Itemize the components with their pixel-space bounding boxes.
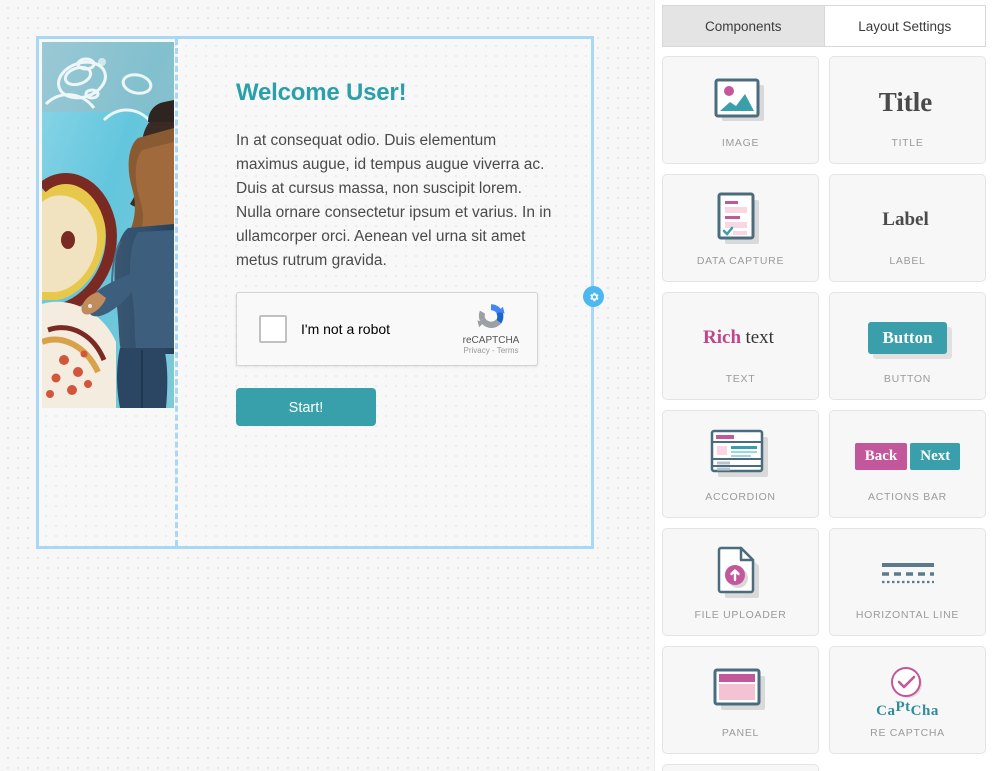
palette-row: IMAGE Title TITLE — [662, 56, 986, 164]
file-uploader-icon — [714, 543, 768, 605]
component-card-accordion[interactable]: ACCORDION — [662, 410, 819, 518]
component-label: PANEL — [721, 727, 760, 739]
column-divider — [175, 39, 178, 546]
canvas-area: Welcome User! In at consequat odio. Duis… — [0, 0, 654, 771]
component-card-image[interactable]: IMAGE — [662, 56, 819, 164]
component-palette: IMAGE Title TITLE DATA CAPTURE Label LAB… — [655, 49, 993, 771]
form-builder-app: Welcome User! In at consequat odio. Duis… — [0, 0, 993, 771]
component-card-next-partial[interactable] — [662, 764, 819, 771]
captcha-part-c: Cha — [910, 702, 939, 719]
title-icon: Title — [879, 71, 937, 133]
palette-row-partial — [662, 764, 986, 771]
tab-layout-settings[interactable]: Layout Settings — [823, 5, 986, 47]
button-icon: Button — [868, 307, 947, 369]
palette-row: DATA CAPTURE Label LABEL — [662, 174, 986, 282]
palette-row: PANEL CaPtCha RE CAPTCHA — [662, 646, 986, 754]
panel-icon — [712, 661, 770, 723]
recaptcha-terms[interactable]: Privacy - Terms — [455, 346, 527, 355]
captcha-part-b: Pt — [895, 698, 911, 715]
welcome-body-text: In at consequat odio. Duis elementum max… — [236, 132, 552, 269]
component-label: TITLE — [891, 137, 924, 149]
component-card-file-uploader[interactable]: FILE UPLOADER — [662, 528, 819, 636]
palette-row: Rich text TEXT Button BUTTON — [662, 292, 986, 400]
gear-icon[interactable] — [583, 286, 604, 307]
component-card-horizontal-line[interactable]: HORIZONTAL LINE — [829, 528, 986, 636]
label-icon: Label — [882, 189, 932, 251]
recaptcha-widget[interactable]: I'm not a robot reCAPTCHA Privacy - Term… — [236, 292, 538, 366]
sidebar-tabs: Components Layout Settings — [655, 0, 993, 47]
rich-word: Rich — [703, 327, 742, 348]
actions-bar-icon: Back Next — [854, 425, 961, 487]
tab-components[interactable]: Components — [662, 5, 824, 47]
recaptcha-brand-name: reCAPTCHA — [462, 335, 520, 346]
label-preview-text: Label — [882, 209, 929, 230]
content-column: Welcome User! In at consequat odio. Duis… — [236, 79, 556, 426]
recaptcha-label: I'm not a robot — [301, 321, 391, 337]
captcha-part-a: Ca — [876, 702, 896, 719]
component-card-title[interactable]: Title TITLE — [829, 56, 986, 164]
button-preview-text: Button — [868, 322, 947, 354]
component-label: HORIZONTAL LINE — [855, 609, 960, 621]
component-label: ACCORDION — [705, 491, 776, 503]
component-label: DATA CAPTURE — [696, 255, 785, 267]
accordion-icon — [709, 425, 773, 487]
recaptcha-icon: CaPtCha — [876, 661, 939, 723]
palette-row: FILE UPLOADER HORIZONTAL LINE — [662, 528, 986, 636]
data-capture-icon — [714, 189, 768, 251]
component-label: BUTTON — [883, 373, 932, 385]
plain-word: text — [745, 327, 774, 348]
component-label: TEXT — [725, 373, 756, 385]
component-label: IMAGE — [721, 137, 760, 149]
horizontal-line-icon — [880, 543, 936, 605]
image-icon — [714, 71, 768, 133]
component-card-button[interactable]: Button BUTTON — [829, 292, 986, 400]
palette-row: ACCORDION Back Next ACTIONS BAR — [662, 410, 986, 518]
component-card-panel[interactable]: PANEL — [662, 646, 819, 754]
title-preview-text: Title — [878, 86, 933, 117]
component-card-actions-bar[interactable]: Back Next ACTIONS BAR — [829, 410, 986, 518]
component-card-label[interactable]: Label LABEL — [829, 174, 986, 282]
recaptcha-brand: reCAPTCHA Privacy - Terms — [455, 300, 527, 355]
component-card-re-captcha[interactable]: CaPtCha RE CAPTCHA — [829, 646, 986, 754]
component-label: RE CAPTCHA — [870, 727, 945, 739]
welcome-title: Welcome User! — [236, 79, 407, 106]
form-canvas[interactable]: Welcome User! In at consequat odio. Duis… — [36, 36, 594, 549]
start-button[interactable]: Start! — [236, 388, 376, 426]
back-button-preview: Back — [854, 442, 908, 470]
recaptcha-logo-icon — [477, 304, 505, 328]
component-label: FILE UPLOADER — [694, 609, 787, 621]
component-label: LABEL — [889, 255, 926, 267]
right-sidebar: Components Layout Settings IMAGE Title T… — [654, 0, 993, 771]
rich-text-icon: Rich text — [703, 307, 778, 369]
captcha-preview-text: CaPtCha — [876, 699, 939, 720]
next-button-preview: Next — [910, 442, 961, 470]
hero-image[interactable] — [42, 42, 174, 408]
component-label: ACTIONS BAR — [868, 491, 947, 503]
component-card-text[interactable]: Rich text TEXT — [662, 292, 819, 400]
component-card-data-capture[interactable]: DATA CAPTURE — [662, 174, 819, 282]
recaptcha-checkbox[interactable] — [259, 315, 287, 343]
